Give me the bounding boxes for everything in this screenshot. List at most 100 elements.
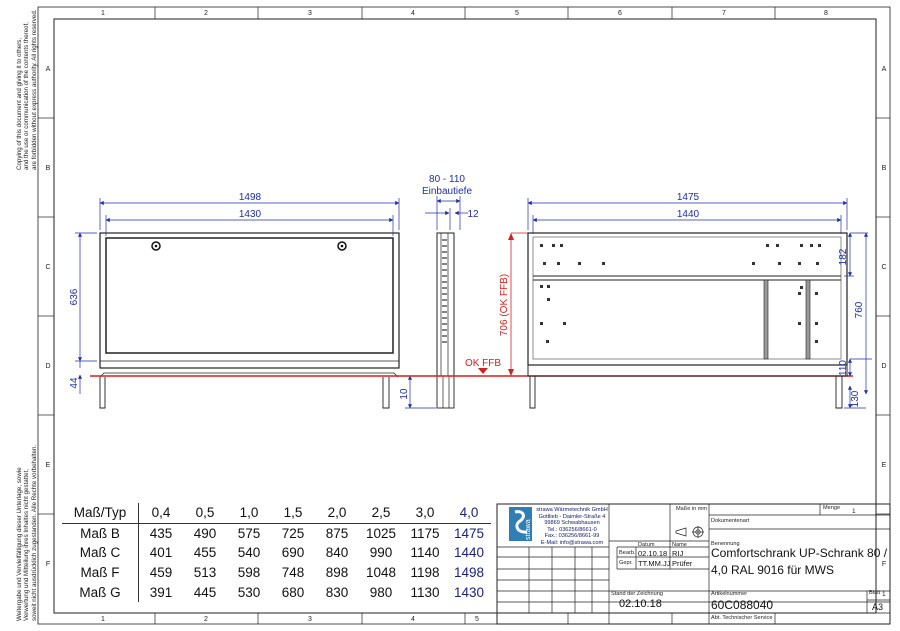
table-cell: 391 (149, 584, 173, 600)
menge-label: Menge (823, 505, 841, 511)
bearb-name: RIJ (672, 549, 684, 558)
table-cell: 690 (281, 545, 305, 561)
col-number: 2 (204, 616, 208, 623)
table-cell: 840 (325, 545, 349, 561)
logo-text: strawa (525, 519, 532, 540)
side-view: 80 - 110 Einbautiefe 12 10 (399, 174, 479, 409)
table-row: Maß C 401 455 540 690 840 990 1140 1440 (62, 543, 491, 563)
menge-value: 1 (852, 508, 856, 515)
row-letter: B (46, 165, 51, 172)
row-letter: C (881, 264, 886, 271)
table-row: Maß F 459 513 598 748 898 1048 1198 1498 (62, 562, 491, 583)
artikel-label: Artikelnummer (711, 591, 748, 597)
table-cell: 980 (369, 584, 393, 600)
col-number: 3 (308, 616, 312, 623)
table-cell: 725 (281, 525, 305, 541)
company-address: strawa Wärmetechnik GmbH Gottlieb - Daim… (536, 507, 608, 546)
table-cell: 830 (325, 584, 349, 600)
floor-reference: OK FFB 706 (OK FFB) (90, 232, 853, 377)
table-cell: 459 (149, 565, 173, 581)
table-cell: 1175 (410, 525, 440, 541)
datum-label: Datum (638, 542, 655, 548)
col-number: 4 (411, 10, 415, 17)
table-cell: 748 (281, 565, 305, 581)
row-letter: D (881, 363, 886, 370)
table-cell-highlight: 1475 (453, 525, 485, 541)
bearb-date: 02.10.18 (638, 549, 668, 558)
table-cell: 1025 (365, 525, 397, 541)
table-header-row: Maß/Typ 0,4 0,5 1,0 1,5 2,0 2,5 3,0 4,0 (62, 503, 491, 524)
table-cell: 990 (369, 545, 393, 561)
col-number: 5 (475, 616, 479, 623)
col-number: 1 (101, 10, 105, 17)
col-number: 1 (101, 616, 105, 623)
dim-inner-width: 1440 (677, 209, 700, 220)
dim-height: 636 (69, 288, 80, 305)
dim-foot: 10 (399, 388, 410, 400)
row-letter: E (46, 462, 51, 469)
table-cell-highlight: 1430 (453, 584, 485, 600)
type-cell: 2,0 (315, 503, 359, 524)
row-label: Maß G (62, 582, 139, 602)
gepr-date: TT.MM.JJ (638, 559, 671, 568)
copyright-note-de: Weitergabe und Vervielfältigung dieser U… (16, 444, 38, 621)
gepr-label: Gepr. (619, 560, 633, 566)
abt-label: Abt. Technischer Service (711, 615, 773, 621)
table-cell: 435 (149, 525, 173, 541)
row-label: Maß C (62, 543, 139, 563)
row-letter: A (46, 66, 51, 73)
table-cell: 530 (237, 584, 261, 600)
row-letter: B (882, 165, 887, 172)
table-cell: 898 (325, 565, 349, 581)
table-cell: 875 (325, 525, 349, 541)
masse-label: Maße in mm (676, 506, 708, 512)
table-cell: 598 (237, 565, 261, 581)
depth-range: 80 - 110 (429, 174, 465, 185)
blatt-value: 1 (882, 591, 886, 598)
dim-inner-width: 1430 (239, 209, 262, 220)
col-number: 7 (722, 10, 726, 17)
table-cell: 513 (193, 565, 217, 581)
stand-label: Stand der Zeichnung (611, 591, 663, 597)
dim-foot: 130 (850, 390, 861, 407)
table-row: Maß B 435 490 575 725 875 1025 1175 1475 (62, 523, 491, 544)
blatt-label: Blatt (869, 590, 881, 596)
row-letter: A (882, 66, 887, 73)
depth-label: Einbautiefe (422, 186, 472, 197)
strawa-logo: strawa (509, 507, 532, 541)
type-cell: 1,5 (271, 503, 315, 524)
row-letter: E (882, 462, 887, 469)
table-header-label: Maß/Typ (62, 503, 139, 524)
ok-ffb-label: OK FFB (465, 358, 501, 369)
col-number: 5 (515, 10, 519, 17)
row-letter: F (882, 561, 886, 568)
benennung-line2: 4,0 RAL 9016 für MWS (711, 563, 834, 577)
table-cell: 1048 (365, 565, 397, 581)
name-label: Name (672, 542, 687, 548)
dim-overall-width: 1475 (677, 192, 700, 203)
type-cell: 0,5 (183, 503, 227, 524)
row-letter: F (46, 561, 50, 568)
table-cell: 455 (193, 545, 217, 561)
col-number: 4 (411, 616, 415, 623)
table-cell: 401 (149, 545, 173, 561)
type-cell: 1,0 (227, 503, 271, 524)
col-number: 6 (618, 10, 622, 17)
col-number: 2 (204, 10, 208, 17)
dim-overall-width: 1498 (239, 192, 262, 203)
row-letter: D (45, 363, 50, 370)
table-cell: 490 (193, 525, 217, 541)
type-cell: 0,4 (138, 503, 183, 524)
projection-symbol-icon (675, 526, 704, 538)
type-cell: 3,0 (403, 503, 447, 524)
height-ok-ffb: 706 (OK FFB) (499, 274, 510, 336)
table-row: Maß G 391 445 530 680 830 980 1130 1430 (62, 582, 491, 602)
dim-frame: 12 (467, 209, 479, 220)
table-cell: 540 (237, 545, 261, 561)
dim-height: 760 (854, 301, 865, 318)
type-cell-highlight: 4,0 (447, 503, 491, 524)
row-label: Maß B (62, 523, 139, 544)
benennung-line1: Comfortschrank UP-Schrank 80 / (711, 546, 888, 560)
row-label: Maß F (62, 562, 139, 583)
row-letter: C (45, 264, 50, 271)
